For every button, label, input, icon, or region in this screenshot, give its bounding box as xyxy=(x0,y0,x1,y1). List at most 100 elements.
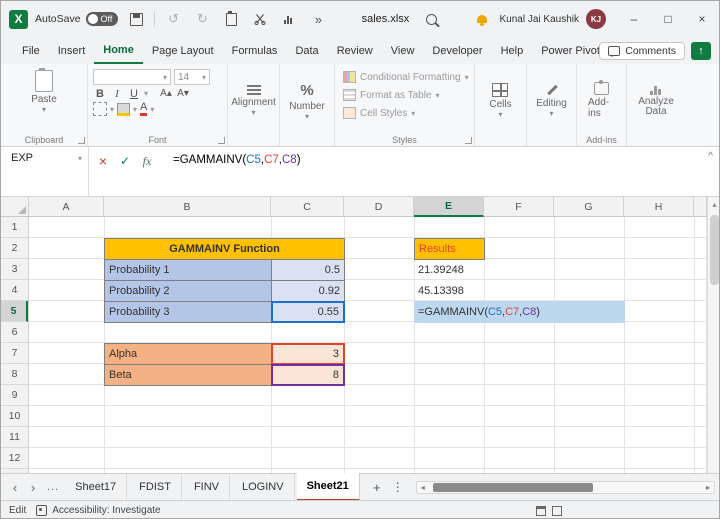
horizontal-scroll-thumb[interactable] xyxy=(433,483,593,492)
cell-b8-beta-label[interactable]: Beta xyxy=(104,364,272,386)
scroll-left-icon[interactable]: ◂ xyxy=(417,483,429,492)
maximize-button[interactable]: □ xyxy=(651,1,685,37)
cell-c3-prob1-value[interactable]: 0.5 xyxy=(271,259,345,281)
cell-e5-formula-edit[interactable]: =GAMMAINV(C5,C7,C8) xyxy=(414,301,625,323)
name-box[interactable]: EXP ▾ xyxy=(1,147,89,197)
autosave-toggle[interactable]: AutoSave Off xyxy=(35,12,118,26)
font-name-combo[interactable]: ▾ xyxy=(93,69,171,85)
fill-color-button[interactable] xyxy=(117,103,130,116)
borders-button[interactable] xyxy=(93,102,107,116)
shrink-font-button[interactable]: A▾ xyxy=(176,86,190,101)
dialog-launcher-icon[interactable] xyxy=(218,137,225,144)
row-header-10[interactable]: 10 xyxy=(1,406,28,427)
chevron-down-icon[interactable]: ▾ xyxy=(133,105,137,114)
chart-quick-button[interactable] xyxy=(278,7,300,31)
chevron-down-icon[interactable]: ▾ xyxy=(144,89,148,98)
row-header-12[interactable]: 12 xyxy=(1,448,28,469)
chevron-down-icon[interactable]: ▾ xyxy=(78,154,82,163)
collapse-formula-bar-button[interactable]: ^ xyxy=(708,151,713,162)
page-layout-view-icon[interactable] xyxy=(552,506,562,516)
col-header-e[interactable]: E xyxy=(414,197,484,217)
tab-help[interactable]: Help xyxy=(492,37,533,64)
normal-view-icon[interactable] xyxy=(536,506,546,516)
cancel-button[interactable]: × xyxy=(93,151,113,171)
tab-data[interactable]: Data xyxy=(286,37,327,64)
redo-button[interactable]: ↻ xyxy=(191,7,213,31)
sheet-tab-finv[interactable]: FINV xyxy=(184,474,230,500)
row-header-9[interactable]: 9 xyxy=(1,385,28,406)
sheet-prev-button[interactable]: ‹ xyxy=(7,480,23,495)
close-button[interactable]: × xyxy=(685,1,719,37)
minimize-button[interactable]: – xyxy=(617,1,651,37)
tab-insert[interactable]: Insert xyxy=(49,37,95,64)
tab-review[interactable]: Review xyxy=(328,37,382,64)
scroll-right-icon[interactable]: ▸ xyxy=(702,483,714,492)
share-button[interactable]: ↑ xyxy=(691,42,711,60)
clipboard-quick-button[interactable] xyxy=(220,7,242,31)
excel-logo-icon[interactable]: X xyxy=(9,10,28,29)
analyze-data-button[interactable]: Analyze Data xyxy=(625,82,687,119)
row-header-3[interactable]: 3 xyxy=(1,259,28,280)
undo-button[interactable]: ↺ xyxy=(162,7,184,31)
cell-c8-beta-value[interactable]: 8 xyxy=(271,364,345,386)
qat-overflow-button[interactable]: » xyxy=(307,7,329,31)
tab-power-pivot[interactable]: Power Pivot xyxy=(532,37,609,64)
cut-quick-button[interactable] xyxy=(249,7,271,31)
sheet-next-button[interactable]: › xyxy=(25,480,41,495)
cells-button[interactable]: Cells ▾ xyxy=(483,81,517,119)
vertical-scroll-thumb[interactable] xyxy=(710,215,719,285)
editing-button[interactable]: Editing ▾ xyxy=(530,82,573,118)
chevron-down-icon[interactable]: ▾ xyxy=(110,105,114,114)
sheet-options-button[interactable]: ⋮ xyxy=(388,480,408,494)
row-header-7[interactable]: 7 xyxy=(1,343,28,364)
row-header-11[interactable]: 11 xyxy=(1,427,28,448)
accessibility-status[interactable]: Accessibility: Investigate xyxy=(36,505,160,516)
alignment-button[interactable]: Alignment ▾ xyxy=(225,83,281,117)
add-sheet-button[interactable]: + xyxy=(368,478,386,496)
col-header-f[interactable]: F xyxy=(484,197,554,217)
cell-c4-prob2-value[interactable]: 0.92 xyxy=(271,280,345,302)
row-header-8[interactable]: 8 xyxy=(1,364,28,385)
formula-input[interactable]: =GAMMAINV(C5,C7,C8) xyxy=(173,154,301,166)
sheet-tab-sheet21[interactable]: Sheet21 xyxy=(297,473,360,501)
tab-view[interactable]: View xyxy=(382,37,424,64)
sheet-tab-sheet17[interactable]: Sheet17 xyxy=(65,474,127,500)
cell-c7-alpha-value[interactable]: 3 xyxy=(271,343,345,365)
font-color-button[interactable]: A xyxy=(140,102,147,116)
cell-b3-prob1-label[interactable]: Probability 1 xyxy=(104,259,272,281)
cell-e3-result1[interactable]: 21.39248 xyxy=(414,259,485,281)
sheet-overflow-button[interactable]: ... xyxy=(43,481,63,493)
sheet-tab-fdist[interactable]: FDIST xyxy=(129,474,182,500)
cell-e2-results[interactable]: Results xyxy=(414,238,485,260)
col-header-d[interactable]: D xyxy=(344,197,414,217)
tab-home[interactable]: Home xyxy=(94,37,143,64)
enter-button[interactable]: ✓ xyxy=(115,151,135,171)
select-all-corner[interactable] xyxy=(1,197,29,217)
cell-e4-result2[interactable]: 45.13398 xyxy=(414,280,485,302)
format-as-table-button[interactable]: Format as Table ▾ xyxy=(340,86,469,104)
tab-file[interactable]: File xyxy=(13,37,49,64)
cell-styles-button[interactable]: Cell Styles ▾ xyxy=(340,104,469,122)
number-button[interactable]: % Number ▾ xyxy=(283,80,331,121)
col-header-partial[interactable] xyxy=(694,197,707,217)
col-header-c[interactable]: C xyxy=(271,197,344,217)
notifications-button[interactable] xyxy=(471,7,493,31)
dialog-launcher-icon[interactable] xyxy=(465,137,472,144)
addins-button[interactable]: Add-ins xyxy=(582,80,621,121)
chevron-down-icon[interactable]: ▾ xyxy=(150,105,154,114)
avatar[interactable]: KJ xyxy=(586,9,606,29)
tab-developer[interactable]: Developer xyxy=(423,37,491,64)
scroll-up-icon[interactable]: ▴ xyxy=(708,197,720,209)
cell-b5-prob3-label[interactable]: Probability 3 xyxy=(104,301,272,323)
conditional-formatting-button[interactable]: Conditional Formatting ▾ xyxy=(340,68,469,86)
tab-page-layout[interactable]: Page Layout xyxy=(143,37,223,64)
cell-b4-prob2-label[interactable]: Probability 2 xyxy=(104,280,272,302)
autosave-switch[interactable]: Off xyxy=(86,12,119,26)
col-header-b[interactable]: B xyxy=(104,197,271,217)
insert-function-button[interactable]: fx xyxy=(137,151,157,171)
tab-formulas[interactable]: Formulas xyxy=(223,37,287,64)
italic-button[interactable]: I xyxy=(110,86,124,101)
paste-button[interactable]: Paste ▾ xyxy=(25,68,63,114)
row-header-4[interactable]: 4 xyxy=(1,280,28,301)
cell-b2-title[interactable]: GAMMAINV Function xyxy=(104,238,345,260)
